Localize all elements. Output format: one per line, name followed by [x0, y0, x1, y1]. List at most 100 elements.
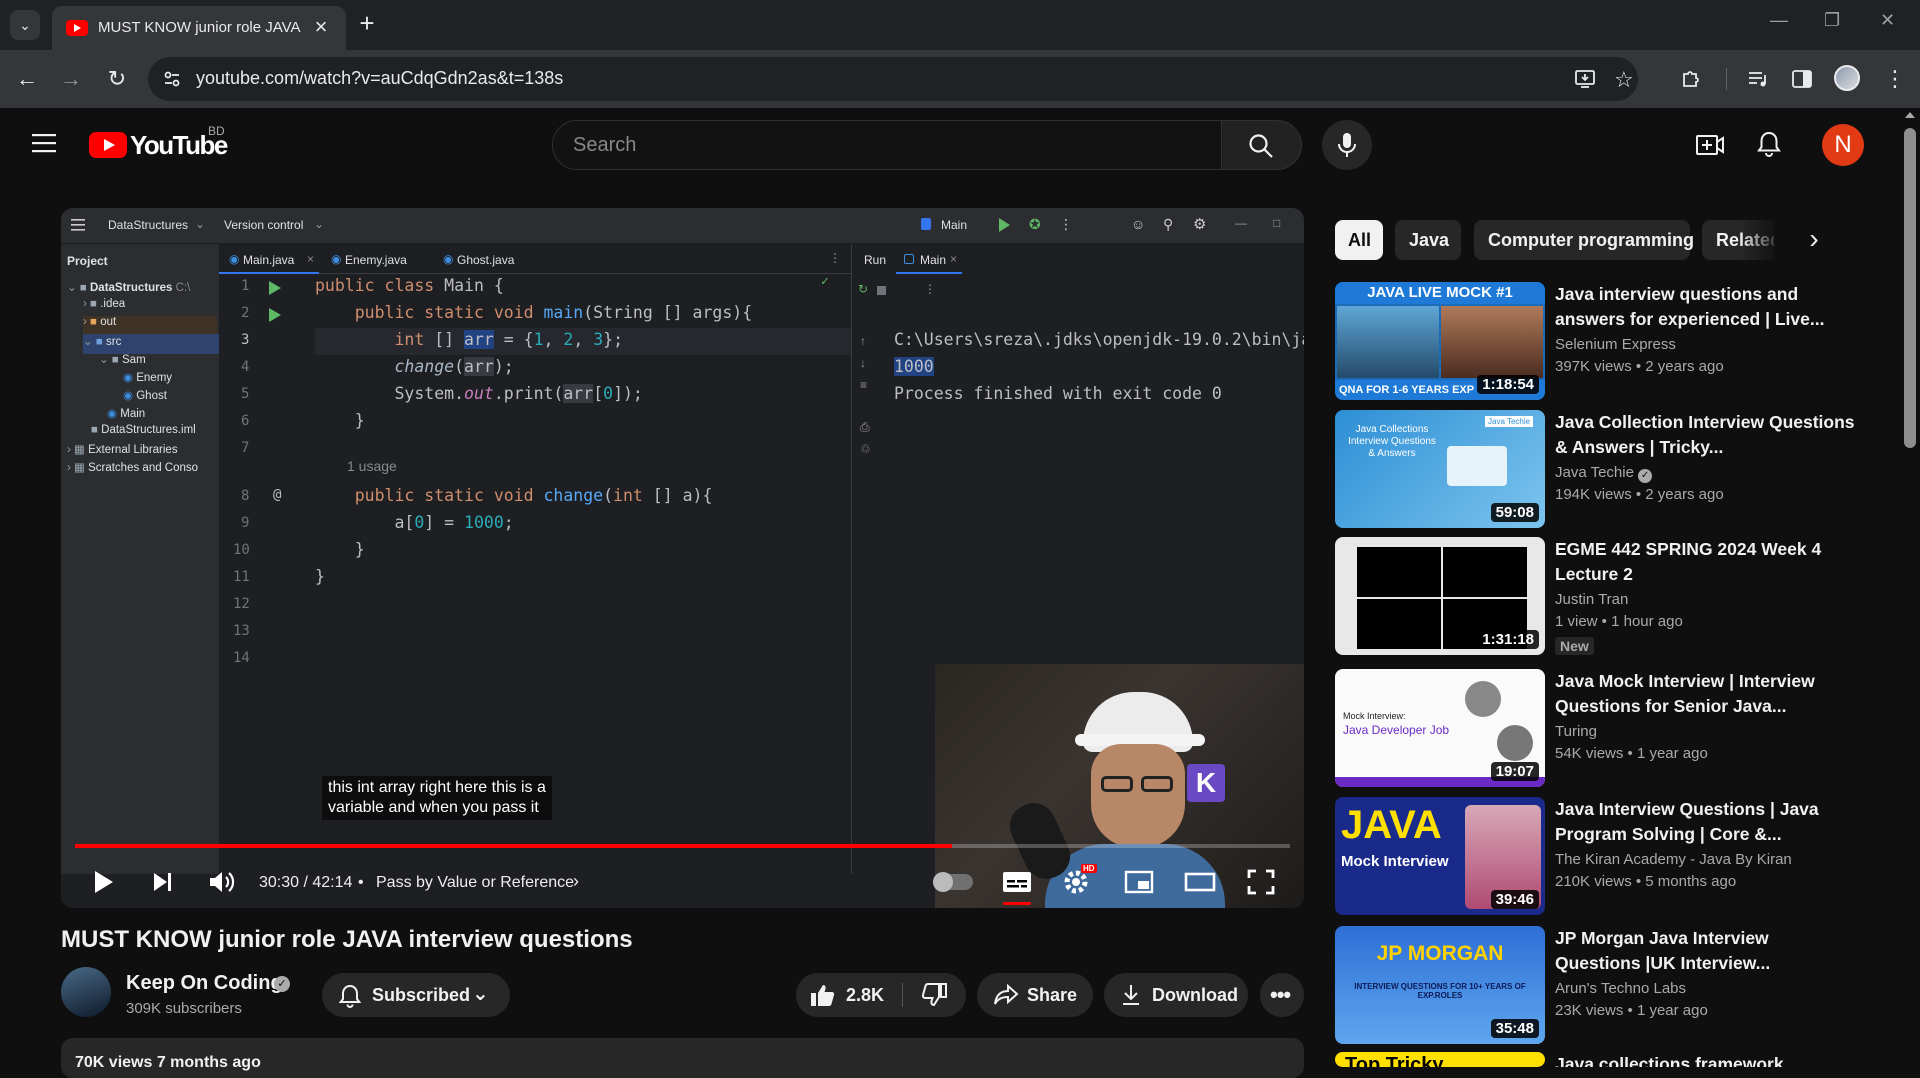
volume-button[interactable] — [207, 866, 237, 898]
fullscreen-button[interactable] — [1245, 866, 1277, 898]
extensions-icon[interactable] — [1680, 67, 1704, 91]
subtitles-button[interactable] — [1001, 866, 1033, 905]
youtube-logo[interactable]: YouTube BD — [89, 124, 228, 162]
video-thumbnail[interactable]: Mock Interview: Java Developer Job 19:07 — [1335, 669, 1545, 787]
miniplayer-button[interactable] — [1123, 866, 1155, 898]
window-close-icon[interactable]: ✕ — [1880, 10, 1895, 31]
video-thumbnail[interactable]: JP MORGAN INTERVIEW QUESTIONS FOR 10+ YE… — [1335, 926, 1545, 1044]
forward-icon[interactable]: → — [58, 66, 84, 92]
profile-avatar-icon[interactable] — [1834, 65, 1860, 91]
recommendation-item[interactable]: JAVA Mock Interview 39:46 Java Interview… — [1335, 797, 1875, 915]
new-tab-button[interactable]: + — [354, 10, 380, 36]
recommendation-channel[interactable]: The Kiran Academy - Java By Kiran — [1555, 851, 1792, 868]
address-bar[interactable]: youtube.com/watch?v=auCdqGdn2as&t=138s ☆ — [148, 57, 1638, 101]
recommendation-item[interactable]: Mock Interview: Java Developer Job 19:07… — [1335, 669, 1875, 787]
chapter-chevron-icon[interactable]: › — [573, 871, 579, 892]
download-button[interactable]: Download — [1104, 973, 1248, 1017]
chip-java[interactable]: Java — [1395, 220, 1461, 260]
recommendation-channel[interactable]: Turing — [1555, 723, 1597, 740]
thumbnail-text: Mock Interview: — [1343, 711, 1406, 721]
recommendation-channel[interactable]: Arun's Techno Labs — [1555, 980, 1686, 997]
ide-editor-tabs: ◉ Main.java × ◉ Enemy.java ◉ Ghost.java … — [219, 244, 851, 274]
chips-next-icon[interactable]: › — [1796, 222, 1832, 258]
bookmark-star-icon[interactable]: ☆ — [1614, 67, 1634, 93]
recommendation-channel[interactable]: Justin Tran — [1555, 591, 1628, 608]
thumbnail-screen — [1357, 599, 1441, 649]
time-display: 30:30 / 42:14 — [259, 874, 353, 891]
reload-icon[interactable]: ↻ — [104, 66, 130, 92]
chip-all[interactable]: All — [1335, 220, 1383, 260]
recommendation-title[interactable]: Java Collection Interview Questions & An… — [1555, 410, 1855, 460]
restore-icon[interactable]: ❐ — [1824, 10, 1840, 31]
recommendation-title[interactable]: Java Interview Questions | Java Program … — [1555, 797, 1855, 847]
recommendation-title[interactable]: JP Morgan Java Interview Questions |UK I… — [1555, 926, 1855, 976]
recommendation-item[interactable]: Java Collections Interview Questions & A… — [1335, 410, 1875, 528]
video-thumbnail[interactable]: JAVA Mock Interview 39:46 — [1335, 797, 1545, 915]
recommendation-item[interactable]: JAVA LIVE MOCK #1 QNA FOR 1-6 YEARS EXP … — [1335, 282, 1875, 400]
browser-toolbar: ← → ↻ youtube.com/watch?v=auCdqGdn2as&t=… — [0, 50, 1920, 108]
browser-tab[interactable]: MUST KNOW junior role JAVA interview que… — [52, 6, 346, 50]
chrome-menu-icon[interactable]: ⋮ — [1882, 66, 1908, 92]
next-button[interactable] — [149, 866, 177, 898]
install-app-icon[interactable] — [1574, 68, 1596, 90]
progress-bar[interactable] — [75, 844, 1290, 848]
recommendation-item[interactable]: Top Tricky Java collections framework — [1335, 1052, 1875, 1067]
chapter-title[interactable]: Pass by Value or Reference — [376, 874, 574, 892]
channel-avatar[interactable] — [61, 967, 111, 1017]
site-info-icon[interactable] — [162, 69, 182, 89]
tab-close-icon[interactable]: × — [310, 16, 332, 38]
ide-user-icon: ☺ — [1131, 216, 1146, 232]
chip-computer-programming[interactable]: Computer programming — [1474, 220, 1694, 260]
guide-menu-icon[interactable] — [32, 132, 58, 154]
video-thumbnail[interactable]: 1:31:18 — [1335, 537, 1545, 655]
minimize-icon[interactable]: — — [1770, 10, 1788, 31]
search-button[interactable] — [1222, 120, 1302, 170]
caption-window: this int array right here this is a vari… — [322, 776, 552, 820]
more-actions-button[interactable]: ••• — [1260, 973, 1304, 1017]
recommendation-title[interactable]: Java Mock Interview | Interview Question… — [1555, 669, 1855, 719]
media-controls-icon[interactable] — [1746, 67, 1770, 91]
recommendation-item[interactable]: JP MORGAN INTERVIEW QUESTIONS FOR 10+ YE… — [1335, 926, 1875, 1044]
tab-search-button[interactable]: ⌄ — [10, 10, 40, 40]
recommendation-title[interactable]: EGME 442 SPRING 2024 Week 4 Lecture 2 — [1555, 537, 1855, 587]
recommendation-meta: 194K views • 2 years ago — [1555, 486, 1724, 503]
recommendation-item[interactable]: 1:31:18 EGME 442 SPRING 2024 Week 4 Lect… — [1335, 537, 1875, 655]
ide-version-control: Version control — [224, 218, 304, 232]
video-thumbnail[interactable]: Top Tricky — [1335, 1052, 1545, 1067]
voice-search-button[interactable] — [1322, 120, 1372, 170]
notifications-bell-icon[interactable] — [1756, 130, 1782, 158]
recommendation-title[interactable]: Java interview questions and answers for… — [1555, 282, 1855, 332]
scroll-up-arrow-icon[interactable] — [1905, 112, 1915, 118]
recommendation-channel[interactable]: Java Techie ✓ — [1555, 464, 1653, 483]
description-box[interactable]: 70K views 7 months ago — [61, 1038, 1304, 1078]
back-icon[interactable]: ← — [14, 66, 40, 92]
ide-settings-icon: ⚙ — [1193, 216, 1207, 233]
account-avatar[interactable]: N — [1822, 124, 1864, 166]
recommendation-title[interactable]: Java collections framework — [1555, 1052, 1855, 1067]
video-thumbnail[interactable]: Java Collections Interview Questions & A… — [1335, 410, 1545, 528]
recommendation-channel[interactable]: Selenium Express — [1555, 336, 1676, 353]
settings-button[interactable]: HD — [1061, 864, 1097, 898]
autoplay-toggle[interactable] — [933, 872, 973, 892]
like-button[interactable]: 2.8K — [796, 973, 902, 1017]
subscribe-button[interactable]: Subscribed ⌄ — [322, 973, 510, 1017]
youtube-favicon-icon — [66, 20, 88, 36]
side-panel-icon[interactable] — [1790, 67, 1814, 91]
dislike-button[interactable] — [903, 973, 966, 1017]
line-number: 2 — [241, 305, 250, 321]
play-button[interactable] — [89, 866, 117, 898]
create-video-icon[interactable] — [1695, 132, 1725, 158]
override-marker-icon: @ — [273, 487, 282, 503]
video-player[interactable]: DataStructures ⌄ Version control ⌄ Main … — [61, 208, 1304, 908]
video-thumbnail[interactable]: JAVA LIVE MOCK #1 QNA FOR 1-6 YEARS EXP … — [1335, 282, 1545, 400]
console-output: 1000 — [894, 357, 934, 376]
url-text: youtube.com/watch?v=auCdqGdn2as&t=138s — [196, 68, 564, 88]
ide-toolbar: DataStructures ⌄ Version control ⌄ Main … — [61, 208, 1304, 244]
search-input[interactable]: Search — [552, 120, 1222, 170]
share-button[interactable]: Share — [977, 973, 1093, 1017]
channel-name[interactable]: Keep On Coding — [126, 972, 283, 995]
video-duration: 1:18:54 — [1477, 375, 1539, 394]
page-scrollbar[interactable] — [1900, 108, 1920, 1067]
scrollbar-thumb[interactable] — [1904, 128, 1916, 448]
theater-mode-button[interactable] — [1183, 866, 1217, 898]
